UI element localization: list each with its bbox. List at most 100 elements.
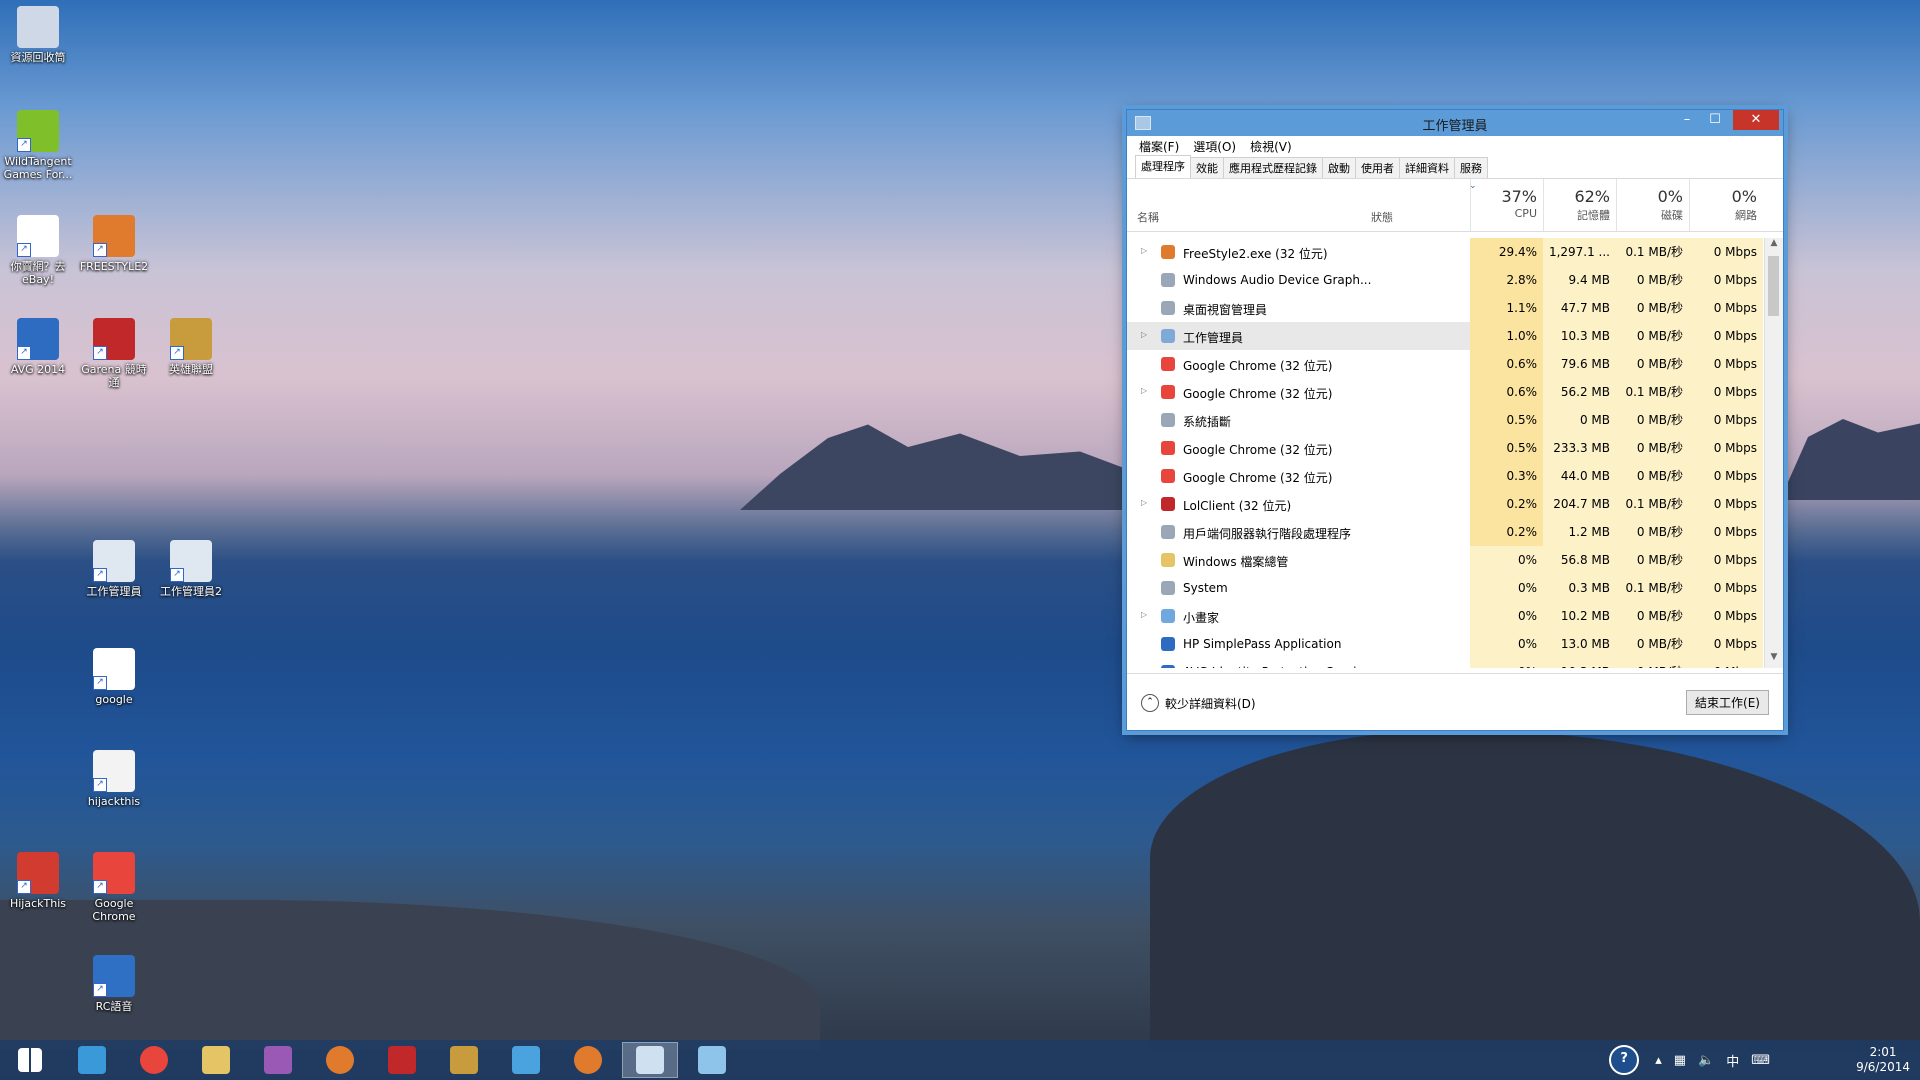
process-row[interactable]: 用戶端伺服器執行階段處理程序 0.2% 1.2 MB 0 MB/秒 0 Mbps (1127, 518, 1763, 546)
process-row[interactable]: Windows Audio Device Graph... 2.8% 9.4 MB 0… (1127, 266, 1763, 294)
maximize-button[interactable]: ☐ (1703, 110, 1727, 130)
column-name[interactable]: 名稱 (1137, 209, 1159, 225)
rocks-foreground (1150, 730, 1920, 1050)
desktop-icon-5[interactable]: ↗ Garena 競時通 (78, 318, 150, 389)
scroll-up-icon[interactable]: ▲ (1765, 238, 1783, 254)
fewer-details-link[interactable]: ⌃ 較少詳細資料(D) (1141, 694, 1256, 712)
process-row[interactable]: ▷ 工作管理員 1.0% 10.3 MB 0 MB/秒 0 Mbps (1127, 322, 1763, 350)
tab-details[interactable]: 詳細資料 (1399, 157, 1455, 178)
keyboard-icon[interactable]: ⌨ (1751, 1053, 1770, 1068)
process-row[interactable]: ▷ FreeStyle2.exe (32 位元) 29.4% 1,297.1 ... 0… (1127, 238, 1763, 266)
column-network[interactable]: 0% 網路 (1689, 179, 1763, 231)
taskbar-taskmgr-button[interactable] (622, 1042, 678, 1078)
process-row[interactable]: HP SimplePass Application 0% 13.0 MB 0 MB/秒… (1127, 630, 1763, 658)
tab-services[interactable]: 服務 (1454, 157, 1488, 178)
taskbar-ie-button[interactable] (64, 1042, 120, 1078)
desktop-icon-1[interactable]: ↗ WildTangent Games For... (2, 110, 74, 181)
help-icon[interactable]: ? (1609, 1045, 1640, 1075)
volume-icon[interactable]: 🔈 (1698, 1053, 1714, 1068)
taskbar-freestyle2b-button[interactable] (560, 1042, 616, 1078)
desktop-icon-13[interactable]: ↗ RC語音 (78, 955, 150, 1013)
menu-options[interactable]: 選項(O) (1193, 138, 1236, 155)
end-task-button[interactable]: 結束工作(E) (1686, 690, 1769, 715)
expand-chevron-icon[interactable]: ▷ (1141, 330, 1147, 339)
scroll-thumb[interactable] (1768, 256, 1779, 316)
desktop-icon-7[interactable]: ↗ 工作管理員 (78, 540, 150, 598)
taskbar-app-button[interactable] (250, 1042, 306, 1078)
desktop-icon-label: AVG 2014 (10, 363, 66, 376)
shortcut-arrow-icon: ↗ (93, 568, 107, 582)
desktop-icon-11[interactable]: ↗ HijackThis (2, 852, 74, 910)
process-row[interactable]: 系統插斷 0.5% 0 MB 0 MB/秒 0 Mbps (1127, 406, 1763, 434)
tray-overflow-icon[interactable]: ▴ (1655, 1053, 1662, 1068)
menu-view[interactable]: 檢視(V) (1250, 138, 1292, 155)
tab-users[interactable]: 使用者 (1355, 157, 1400, 178)
tab-performance[interactable]: 效能 (1190, 157, 1224, 178)
taskbar-explorer-button[interactable] (188, 1042, 244, 1078)
tab-startup[interactable]: 啟動 (1322, 157, 1356, 178)
tab-app-history[interactable]: 應用程式歷程記錄 (1223, 157, 1323, 178)
process-icon (1161, 469, 1175, 483)
process-row[interactable]: Google Chrome (32 位元) 0.6% 79.6 MB 0 MB/秒 0 … (1127, 350, 1763, 378)
desktop-icon-0[interactable]: 資源回收筒 (2, 6, 74, 64)
desktop-icon-graphic: ↗ (93, 540, 135, 582)
desktop-icon-graphic: ↗ (93, 318, 135, 360)
network-icon[interactable]: ▦ (1674, 1053, 1686, 1068)
process-row[interactable]: ▷ LolClient (32 位元) 0.2% 204.7 MB 0.1 MB/秒 0 … (1127, 490, 1763, 518)
process-row[interactable]: Google Chrome (32 位元) 0.3% 44.0 MB 0 MB/秒 0 … (1127, 462, 1763, 490)
process-row[interactable]: Google Chrome (32 位元) 0.5% 233.3 MB 0 MB/秒 0… (1127, 434, 1763, 462)
column-memory[interactable]: 62% 記憶體 (1543, 179, 1616, 231)
shortcut-arrow-icon: ↗ (93, 676, 107, 690)
cpu-total: 37% (1501, 187, 1537, 206)
desktop-icon-4[interactable]: ↗ AVG 2014 (2, 318, 74, 376)
process-row[interactable]: Windows 檔案總管 0% 56.8 MB 0 MB/秒 0 Mbps (1127, 546, 1763, 574)
ime-indicator[interactable]: 中 (1726, 1051, 1739, 1070)
menu-file[interactable]: 檔案(F) (1139, 138, 1179, 155)
expand-chevron-icon[interactable]: ▷ (1141, 610, 1147, 619)
process-row[interactable]: System 0% 0.3 MB 0.1 MB/秒 0 Mbps (1127, 574, 1763, 602)
column-disk[interactable]: 0% 磁碟 (1616, 179, 1689, 231)
taskbar-freestyle2-button[interactable] (312, 1042, 368, 1078)
taskbar-garena-button[interactable] (374, 1042, 430, 1078)
scroll-down-icon[interactable]: ▼ (1765, 652, 1783, 668)
desktop-icon-12[interactable]: ↗ Google Chrome (78, 852, 150, 923)
process-icon (1161, 525, 1175, 539)
title-bar[interactable]: 工作管理員 – ☐ ✕ (1127, 110, 1783, 136)
clock[interactable]: 2:01 9/6/2014 (1856, 1045, 1910, 1075)
process-name: Google Chrome (32 位元) (1183, 387, 1333, 401)
taskbar-chrome-button[interactable] (126, 1042, 182, 1078)
process-row[interactable]: ▷ AVG Identity Protection Servic... 0%10.3… (1127, 658, 1763, 668)
process-row[interactable]: ▷ Google Chrome (32 位元) 0.6% 56.2 MB 0.1 MB/… (1127, 378, 1763, 406)
desktop-icon-9[interactable]: ↗ google (78, 648, 150, 706)
desktop-icon-8[interactable]: ↗ 工作管理員2 (155, 540, 227, 598)
process-disk: 0 MB/秒 (1616, 350, 1689, 378)
taskbar: ? ▴ ▦ 🔈 中 ⌨ 2:01 9/6/2014 (0, 1040, 1920, 1080)
process-net: 0 Mbps (1689, 462, 1763, 490)
expand-chevron-icon[interactable]: ▷ (1141, 498, 1147, 507)
taskbar-moon-button[interactable] (498, 1042, 554, 1078)
tab-processes[interactable]: 處理程序 (1135, 155, 1191, 178)
column-status[interactable]: 狀態 (1371, 209, 1393, 225)
expand-chevron-icon[interactable]: ▷ (1141, 246, 1147, 255)
desktop-icon-label: 工作管理員2 (160, 585, 222, 598)
disk-label: 磁碟 (1661, 209, 1683, 222)
vertical-scrollbar[interactable]: ▲ ▼ (1764, 238, 1783, 668)
taskbar-start-button[interactable] (2, 1042, 58, 1078)
tab-strip: 處理程序 效能 應用程式歷程記錄 啟動 使用者 詳細資料 服務 (1127, 155, 1783, 179)
desktop-icon-2[interactable]: ↗ 你賣網？去 eBay! (2, 215, 74, 286)
expand-chevron-icon[interactable]: ▷ (1141, 666, 1147, 668)
desktop-icon-10[interactable]: ↗ hijackthis (78, 750, 150, 808)
column-cpu[interactable]: 37% CPU (1470, 179, 1543, 231)
process-disk: 0 MB/秒 (1616, 434, 1689, 462)
close-button[interactable]: ✕ (1733, 110, 1779, 130)
minimize-button[interactable]: – (1675, 110, 1699, 130)
task-manager-window[interactable]: 工作管理員 – ☐ ✕ 檔案(F) 選項(O) 檢視(V) 處理程序 效能 應用… (1126, 109, 1784, 731)
process-row[interactable]: ▷ 小畫家 0% 10.2 MB 0 MB/秒 0 Mbps (1127, 602, 1763, 630)
desktop-icon-6[interactable]: ↗ 英雄聯盟 (155, 318, 227, 376)
process-cpu: 0% (1470, 602, 1543, 630)
expand-chevron-icon[interactable]: ▷ (1141, 386, 1147, 395)
desktop-icon-3[interactable]: ↗ FREESTYLE2 (78, 215, 150, 273)
taskbar-paint-button[interactable] (684, 1042, 740, 1078)
taskbar-lol-button[interactable] (436, 1042, 492, 1078)
process-row[interactable]: 桌面視窗管理員 1.1% 47.7 MB 0 MB/秒 0 Mbps (1127, 294, 1763, 322)
